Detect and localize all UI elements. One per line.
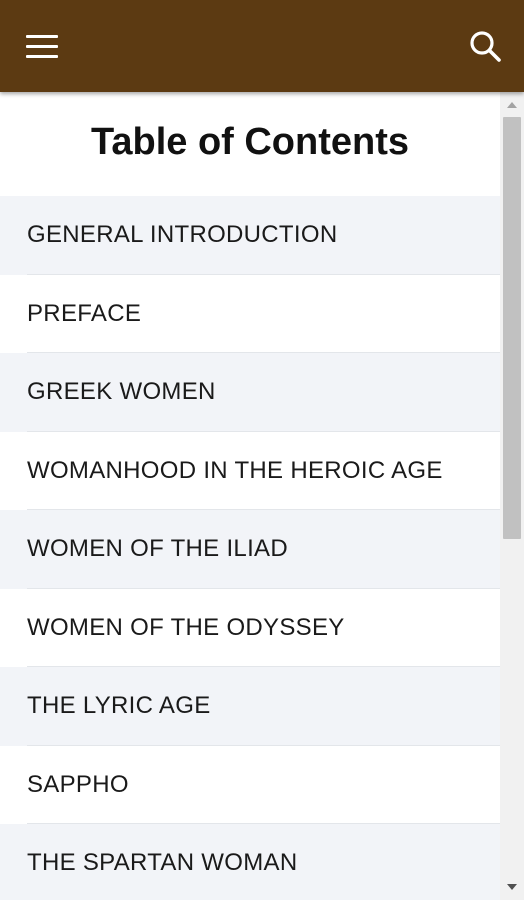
toc-list: GENERAL INTRODUCTION PREFACE GREEK WOMEN… (0, 196, 500, 900)
hamburger-menu-icon (26, 45, 58, 48)
scroll-up-arrow-icon[interactable] (507, 102, 517, 108)
app-bar (0, 0, 524, 92)
toc-item-womanhood-heroic-age[interactable]: WOMANHOOD IN THE HEROIC AGE (0, 431, 500, 510)
scroll-down-arrow-icon[interactable] (507, 884, 517, 890)
page-title: Table of Contents (90, 121, 410, 163)
hamburger-menu-icon (26, 35, 58, 38)
scrollbar-thumb[interactable] (503, 117, 521, 539)
hamburger-menu-icon (26, 55, 58, 58)
vertical-scrollbar[interactable] (500, 92, 524, 900)
toc-item-women-of-the-odyssey[interactable]: WOMEN OF THE ODYSSEY (0, 588, 500, 667)
hamburger-menu-button[interactable] (18, 26, 64, 66)
search-icon (470, 31, 501, 62)
search-button[interactable] (462, 22, 510, 70)
toc-item-greek-women[interactable]: GREEK WOMEN (0, 353, 500, 432)
toc-item-the-lyric-age[interactable]: THE LYRIC AGE (0, 667, 500, 746)
toc-item-general-introduction[interactable]: GENERAL INTRODUCTION (0, 196, 500, 275)
toc-item-sappho[interactable]: SAPPHO (0, 745, 500, 824)
toc-item-preface[interactable]: PREFACE (0, 274, 500, 353)
toc-item-women-of-the-iliad[interactable]: WOMEN OF THE ILIAD (0, 510, 500, 589)
toc-item-the-spartan-woman[interactable]: THE SPARTAN WOMAN (0, 824, 500, 900)
toc-content: Table of Contents GENERAL INTRODUCTION P… (0, 92, 500, 900)
